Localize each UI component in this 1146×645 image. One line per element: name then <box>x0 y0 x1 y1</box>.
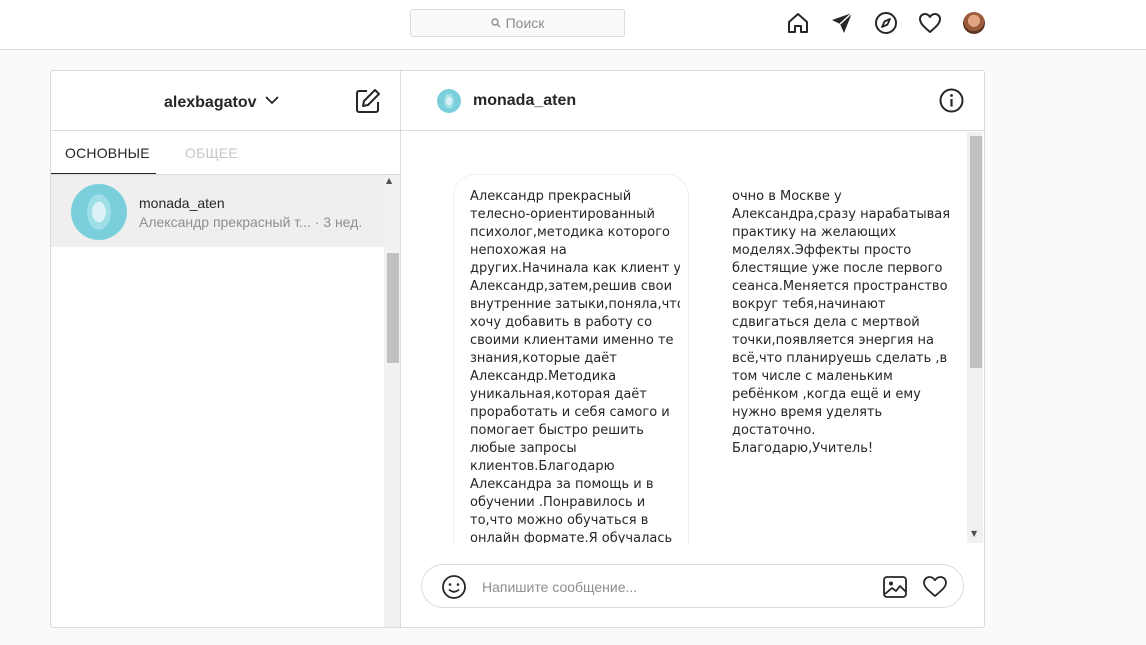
inbox-header: alexbagatov <box>51 71 401 131</box>
message-line: нужно время уделять <box>732 405 883 420</box>
message-line: том числе с маленьким <box>732 369 893 384</box>
tab-general[interactable]: ОБЩЕЕ <box>185 145 238 161</box>
sidebar-scrollbar[interactable] <box>384 175 400 627</box>
thread-list-item[interactable]: monada_aten Александр прекрасный т... · … <box>51 175 384 247</box>
inbox-tabs: ОСНОВНЫЕ ОБЩЕЕ <box>51 131 401 175</box>
message-line: уникальная,которая даёт <box>470 387 647 402</box>
message-line: очно в Москве у <box>732 189 842 204</box>
active-tab-indicator <box>51 173 156 174</box>
message-line: клиентов.Благодарю <box>470 459 615 474</box>
image-upload-icon[interactable] <box>882 574 908 600</box>
activity-heart-icon[interactable] <box>918 11 942 35</box>
message-line: любые запросы <box>470 441 577 456</box>
conversation-username[interactable]: monada_aten <box>473 92 576 110</box>
message-line: помогает быстро решить <box>470 423 644 438</box>
message-line: Александр.Методика <box>470 369 617 384</box>
account-switcher[interactable]: alexbagatov <box>164 92 280 113</box>
message-line: всё,что планируешь сделать ,в <box>732 351 948 366</box>
tab-primary[interactable]: ОСНОВНЫЕ <box>65 145 150 161</box>
conversation-header: monada_aten <box>401 71 984 131</box>
message-line: Александр,затем,решив свои <box>470 279 673 294</box>
message-line: проработать и себя самого и <box>470 405 670 420</box>
message-line: Александр прекрасный <box>470 189 632 204</box>
message-line: практику на желающих <box>732 225 897 240</box>
like-heart-icon[interactable] <box>922 574 948 600</box>
message-line: сдвигаться дела с мертвой <box>732 315 920 330</box>
message-line: моделях.Эффекты просто <box>732 243 912 258</box>
message-line: психолог,методика которого <box>470 225 671 240</box>
account-name: alexbagatov <box>164 93 257 111</box>
message-line: обучении .Понравилось и <box>470 495 646 510</box>
search-box[interactable]: Поиск <box>410 9 625 37</box>
avatar <box>71 184 127 240</box>
message-line: непохожая на <box>470 243 567 258</box>
thread-username: monada_aten <box>139 195 225 211</box>
message-line: достаточно. <box>732 423 816 438</box>
search-icon <box>490 15 501 31</box>
message-line: сеанса.Меняется пространство <box>732 279 948 294</box>
sidebar-scrollbar-thumb[interactable] <box>387 253 399 363</box>
thread-time: · 3 нед. <box>314 214 363 230</box>
home-icon[interactable] <box>786 11 810 35</box>
inbox-sidebar: alexbagatov ОСНОВНЫЕ ОБЩЕЕ monada_aten А… <box>51 71 401 627</box>
scroll-up-arrow-icon[interactable]: ▲ <box>386 176 392 185</box>
message-line: знания,которые даёт <box>470 351 617 366</box>
message-line: Благодарю,Учитель! <box>732 441 874 456</box>
emoji-icon[interactable] <box>441 574 467 600</box>
message-line: точки,появляется энергия на <box>732 333 934 348</box>
message-line: хочу добавить в работу со <box>470 315 653 330</box>
direct-icon[interactable] <box>830 11 854 35</box>
message-line: ребёнком ,когда ещё и ему <box>732 387 921 402</box>
thread-preview: Александр прекрасный т... · 3 нед. <box>139 214 379 230</box>
message-line: других.Начинала как клиент у <box>470 261 680 276</box>
message-line: вокруг тебя,начинают <box>732 297 886 312</box>
message-text-part-1: Александр прекрасный телесно-ориентирован… <box>470 188 680 543</box>
message-line: Александра за помощь и в <box>470 477 654 492</box>
message-line: своими клиентами именно те <box>470 333 674 348</box>
profile-avatar[interactable] <box>963 12 985 34</box>
info-icon[interactable] <box>939 88 964 113</box>
message-line: блестящие уже после первого <box>732 261 943 276</box>
explore-icon[interactable] <box>874 11 898 35</box>
message-line: то,что можно обучаться в <box>470 513 649 528</box>
thread-preview-text: Александр прекрасный т... <box>139 214 311 230</box>
scroll-down-arrow-icon[interactable]: ▼ <box>971 529 977 538</box>
message-line: Александра,сразу нарабатывая <box>732 207 951 222</box>
avatar[interactable] <box>437 89 461 113</box>
message-line: внутренние затыки,поняла,что <box>470 297 680 312</box>
search-placeholder: Поиск <box>505 15 545 31</box>
message-line: телесно-ориентированный <box>470 207 655 222</box>
message-line: онлайн формате.Я обучалась <box>470 531 673 543</box>
direct-messages-panel: alexbagatov ОСНОВНЫЕ ОБЩЕЕ monada_aten А… <box>50 70 985 628</box>
conversation-pane: monada_aten Александр прекрасный телесно-… <box>401 71 984 627</box>
message-thread: Александр прекрасный телесно-ориентирован… <box>401 132 967 543</box>
message-composer <box>421 564 964 608</box>
chevron-down-icon <box>264 92 280 113</box>
top-navigation-bar: Поиск <box>0 0 1146 50</box>
conversation-scrollbar-thumb[interactable] <box>970 136 982 368</box>
new-message-icon[interactable] <box>355 88 381 114</box>
message-text-part-2: очно в Москве у Александра,сразу нарабаты… <box>732 188 951 458</box>
message-input[interactable] <box>482 577 862 597</box>
